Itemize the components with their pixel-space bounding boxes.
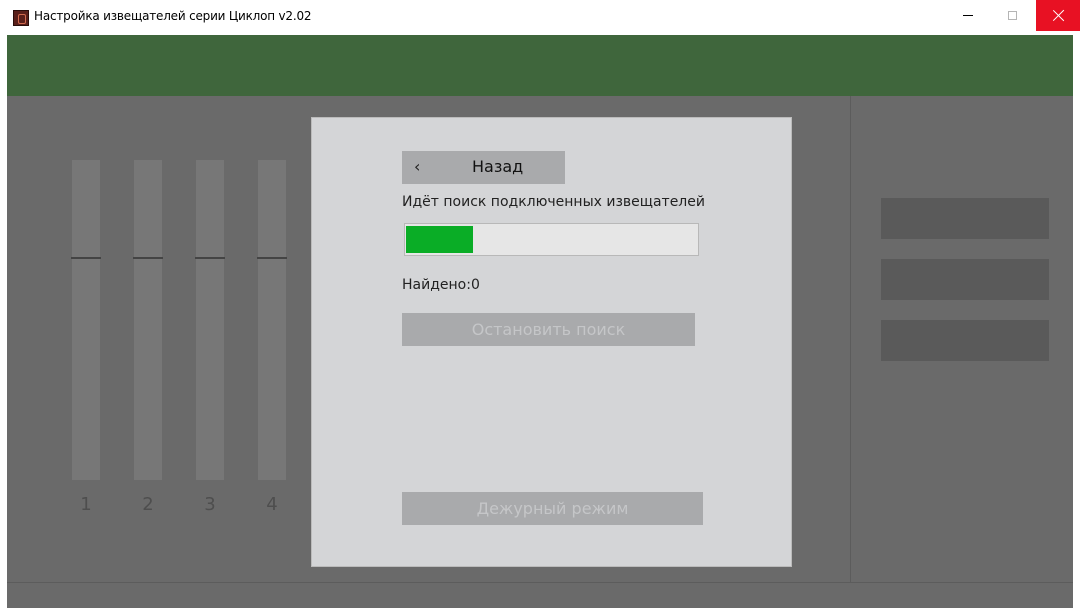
- search-dialog: ‹ Назад Идёт поиск подключенных извещате…: [311, 117, 792, 567]
- window-title: Настройка извещателей серии Циклоп v2.02: [34, 9, 312, 23]
- maximize-button[interactable]: [990, 0, 1034, 31]
- back-button[interactable]: ‹ Назад: [402, 151, 565, 184]
- app-icon: [13, 10, 29, 26]
- close-button[interactable]: [1036, 0, 1080, 31]
- channel-label-2: 2: [142, 494, 154, 515]
- channel-label-1: 1: [80, 494, 92, 515]
- minimize-icon: [963, 15, 973, 16]
- found-label: Найдено:: [402, 277, 471, 293]
- search-status-text: Идёт поиск подключенных извещателей: [402, 194, 705, 210]
- channel-level-marker[interactable]: [71, 257, 101, 259]
- side-button-3[interactable]: [881, 320, 1049, 361]
- channel-slider-3[interactable]: [195, 160, 225, 480]
- channel-slider-1[interactable]: [71, 160, 101, 480]
- search-progress-bar: [404, 223, 699, 256]
- channel-slider-4[interactable]: [257, 160, 287, 480]
- minimize-button[interactable]: [946, 0, 990, 31]
- channel-slider-2[interactable]: [133, 160, 163, 480]
- back-button-label: Назад: [472, 157, 524, 176]
- app-header: [7, 35, 1073, 96]
- chevron-left-icon: ‹: [414, 157, 421, 176]
- found-count: 0: [470, 277, 480, 293]
- search-progress-fill: [406, 226, 473, 253]
- channel-level-marker[interactable]: [133, 257, 163, 259]
- maximize-icon: [1007, 11, 1017, 20]
- right-panel-divider: [850, 96, 851, 582]
- stop-search-button[interactable]: Остановить поиск: [402, 313, 695, 346]
- side-button-1[interactable]: [881, 198, 1049, 239]
- channel-label-3: 3: [204, 494, 216, 515]
- close-icon: [1052, 9, 1065, 22]
- channel-label-4: 4: [266, 494, 278, 515]
- channel-level-marker[interactable]: [195, 257, 225, 259]
- side-button-2[interactable]: [881, 259, 1049, 300]
- status-bar-divider: [7, 582, 1073, 583]
- channel-level-marker[interactable]: [257, 257, 287, 259]
- duty-mode-button[interactable]: Дежурный режим: [402, 492, 703, 525]
- title-bar: Настройка извещателей серии Циклоп v2.02: [0, 0, 1080, 35]
- found-counter: Найдено:0: [402, 277, 480, 293]
